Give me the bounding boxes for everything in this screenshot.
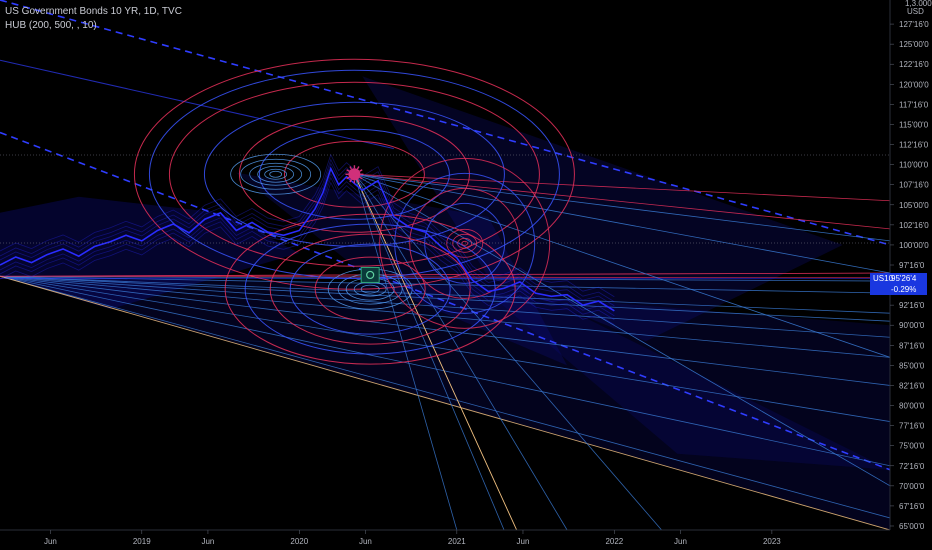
sun-ray [359,176,363,180]
x-tick-label: 2019 [133,537,151,546]
y-tick-label: 80'00'0 [899,402,925,411]
y-tick-label: 105'00'0 [899,201,929,210]
y-tick-label: 120'00'0 [899,80,929,89]
x-tick-label: 2023 [763,537,781,546]
y-tick-label: 85'00'0 [899,361,925,370]
y-tick-label: 82'16'0 [899,381,925,390]
y-tick-label: 122'16'0 [899,60,929,69]
y-tick-label: 90'00'0 [899,321,925,330]
x-tick-label: 2020 [290,537,308,546]
y-tick-label: 75'00'0 [899,442,925,451]
sun-ray [356,166,360,170]
y-tick-label: 102'16'0 [899,221,929,230]
y-tick-label: 115'00'0 [899,120,929,129]
x-tick-label: Jun [674,537,687,546]
y-tick-label: 92'16'0 [899,301,925,310]
x-tick-label: Jun [517,537,530,546]
y-tick-label: 100'00'0 [899,241,929,250]
y-tick-label: 117'16'0 [899,100,929,109]
x-tick-label: Jun [44,537,57,546]
badge-symbol: US10 [873,274,894,283]
time-axis[interactable]: Jun 2019 Jun 2020 Jun 2021 Jun 2022 Jun 2023 [44,530,781,546]
symbol-title[interactable]: US Government Bonds 10 YR, 1D, TVC [5,5,182,19]
top-trend-line [0,59,394,150]
inner-ring [264,168,288,180]
last-price-badge: US1095'26'4 [870,273,927,284]
change-badge: -0.29% [870,284,927,295]
fill-layer [0,76,890,530]
sun-marker-icon [348,168,361,181]
sun-ray [359,169,363,172]
badge-price: 95'26'4 [891,274,917,283]
badge-change: -0.29% [891,285,917,294]
y-tick-label: 127'16'0 [899,20,929,29]
y-tick-label: 72'16'0 [899,462,925,471]
x-tick-label: 2021 [448,537,466,546]
y-tick-label: 110'00'0 [899,161,929,170]
y-tick-label: 67'16'0 [899,502,925,511]
y-tick-label: 70'00'0 [899,482,925,491]
y-tick-label: 65'00'0 [899,522,925,531]
y-tick-label: 87'16'0 [899,341,925,350]
x-tick-label: 2022 [605,537,623,546]
y-tick-label: 112'16'0 [899,141,929,150]
price-axis-currency: USD [907,7,924,16]
y-tick-label: 125'00'0 [899,40,929,49]
y-tick-label: 77'16'0 [899,422,925,431]
chart-legend: US Government Bonds 10 YR, 1D, TVC HUB (… [5,5,182,33]
x-tick-label: Jun [359,537,372,546]
square-marker-icon [360,266,380,283]
y-tick-label: 107'16'0 [899,181,929,190]
inner-ring [269,170,283,178]
indicator-label[interactable]: HUB (200, 500, , 10) [5,19,182,33]
y-tick-label: 97'16'0 [899,261,925,270]
chart-canvas[interactable]: 127'16'0 125'00'0 122'16'0 120'00'0 117'16'0… [0,0,932,550]
x-tick-label: Jun [201,537,214,546]
